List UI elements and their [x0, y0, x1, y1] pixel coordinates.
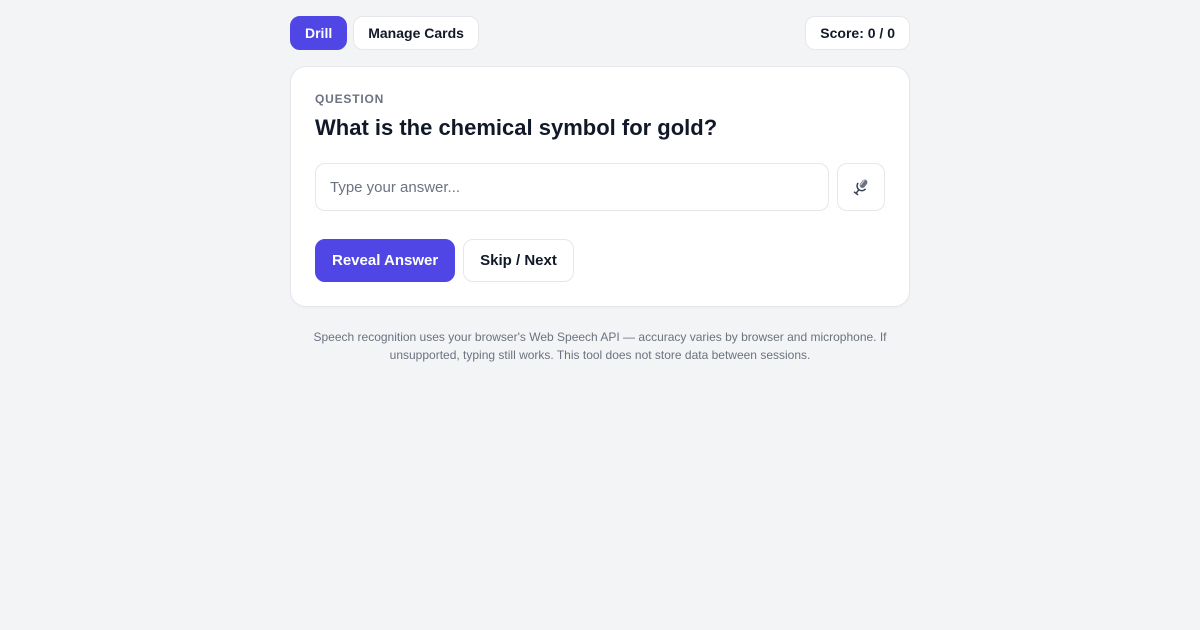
tab-drill[interactable]: Drill — [290, 16, 348, 50]
question-card: QUESTION What is the chemical symbol for… — [290, 66, 910, 307]
top-bar: Drill Manage Cards Score: 0 / 0 — [290, 16, 910, 50]
reveal-answer-button[interactable]: Reveal Answer — [315, 239, 456, 282]
score-display: Score: 0 / 0 — [805, 16, 910, 50]
card-actions: Reveal Answer Skip / Next — [315, 239, 885, 282]
question-text: What is the chemical symbol for gold? — [315, 115, 718, 140]
microphone-button[interactable] — [837, 163, 885, 211]
question-label: QUESTION — [315, 92, 385, 106]
app-container: Drill Manage Cards Score: 0 / 0 QUESTION… — [290, 16, 910, 364]
skip-next-button[interactable]: Skip / Next — [463, 239, 574, 282]
answer-input[interactable] — [315, 163, 829, 211]
speech-footnote: Speech recognition uses your browser's W… — [313, 330, 887, 362]
answer-row — [315, 163, 885, 211]
mode-tabs: Drill Manage Cards — [290, 16, 479, 50]
microphone-icon — [853, 179, 868, 196]
tab-manage-cards[interactable]: Manage Cards — [353, 16, 479, 50]
